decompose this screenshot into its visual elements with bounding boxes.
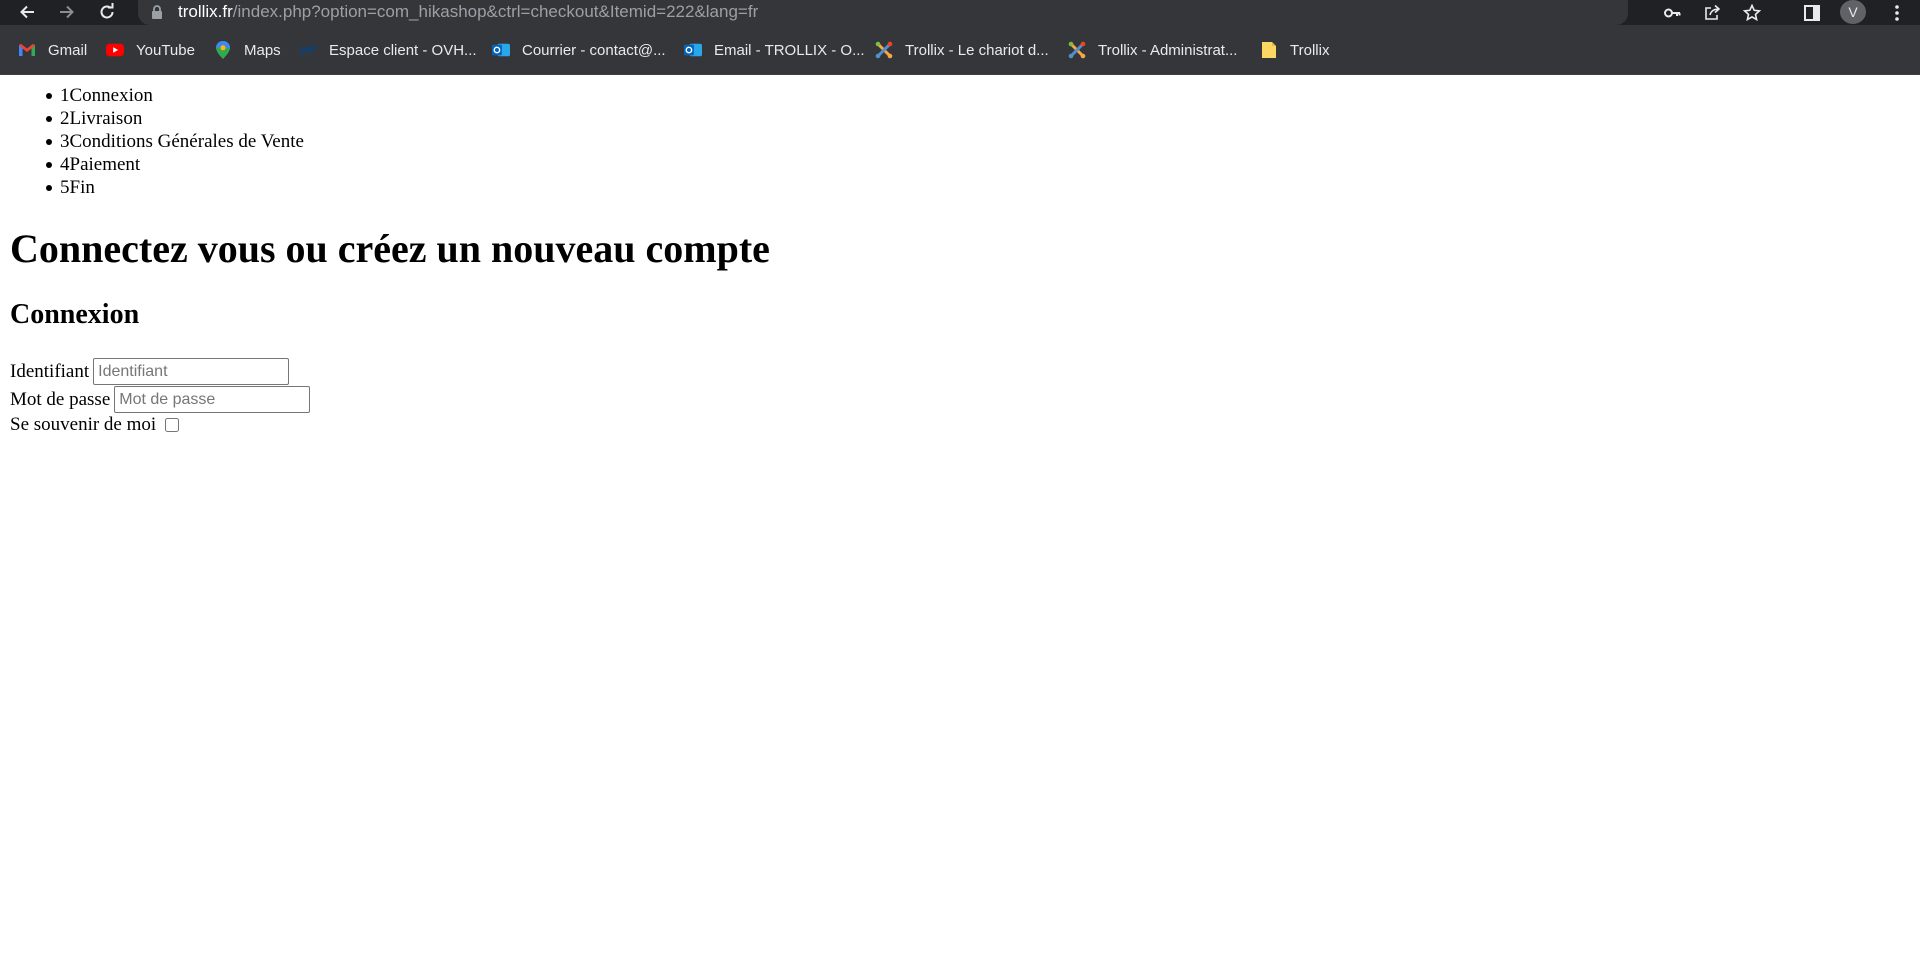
- login-heading: Connexion: [10, 299, 140, 330]
- step-label: Conditions Générales de Vente: [69, 131, 304, 152]
- bookmark-youtube[interactable]: YouTube: [106, 39, 195, 61]
- bookmark-folder-trollix[interactable]: Trollix: [1260, 39, 1329, 61]
- ovh-icon: [299, 41, 317, 59]
- step-label: Connexion: [69, 85, 153, 106]
- reload-button[interactable]: [94, 1, 120, 23]
- step-label: Fin: [69, 177, 95, 198]
- outlook-icon: [684, 41, 702, 59]
- browser-toolbar: trollix.fr/index.php?option=com_hikashop…: [0, 0, 1920, 25]
- bookmark-label: Maps: [244, 41, 281, 59]
- bookmark-label: Trollix - Le chariot d...: [905, 41, 1049, 59]
- address-bar[interactable]: trollix.fr/index.php?option=com_hikashop…: [138, 0, 1761, 25]
- bookmark-ovh[interactable]: Espace client - OVH...: [299, 39, 477, 61]
- forward-button[interactable]: [54, 1, 80, 23]
- step-number: 5: [60, 177, 70, 198]
- browser-menu-icon[interactable]: [1886, 2, 1908, 24]
- back-arrow-icon: [20, 5, 34, 19]
- url-text[interactable]: trollix.fr/index.php?option=com_hikashop…: [178, 2, 758, 22]
- checkout-step[interactable]: 4Paiement: [46, 153, 304, 176]
- profile-avatar[interactable]: V: [1840, 0, 1866, 24]
- bookmark-label: Gmail: [48, 41, 88, 59]
- step-number: 3: [60, 131, 70, 152]
- joomla-icon: [1068, 41, 1086, 59]
- checkout-steps: 1Connexion 2Livraison 3Conditions Généra…: [46, 84, 304, 199]
- forward-arrow-icon: [60, 5, 74, 19]
- maps-icon: [214, 41, 232, 59]
- bookmark-trollix-admin[interactable]: Trollix - Administrat...: [1068, 39, 1237, 61]
- bookmark-label: Trollix: [1290, 41, 1330, 59]
- step-label: Livraison: [69, 108, 143, 129]
- youtube-icon: [106, 41, 124, 59]
- step-number: 4: [60, 154, 70, 175]
- checkout-step[interactable]: 3Conditions Générales de Vente: [46, 130, 304, 153]
- lock-icon[interactable]: [151, 5, 163, 20]
- step-number: 2: [60, 108, 70, 129]
- username-label: Identifiant: [10, 360, 90, 382]
- bookmark-email-trollix[interactable]: Email - TROLLIX - O...: [684, 39, 865, 61]
- remember-label: Se souvenir de moi: [10, 414, 157, 435]
- bookmarks-bar: Gmail YouTube Maps Espace client - OVH..…: [0, 25, 1920, 75]
- checkout-step[interactable]: 2Livraison: [46, 107, 304, 130]
- bookmark-label: YouTube: [136, 41, 195, 59]
- bookmark-label: Espace client - OVH...: [329, 41, 477, 59]
- bookmark-maps[interactable]: Maps: [214, 39, 281, 61]
- bookmark-star-icon[interactable]: [1742, 3, 1762, 23]
- url-path: /index.php?option=com_hikashop&ctrl=chec…: [232, 2, 759, 21]
- step-label: Paiement: [69, 154, 141, 175]
- step-number: 1: [60, 85, 70, 106]
- bookmark-gmail[interactable]: Gmail: [18, 39, 87, 61]
- folder-icon: [1260, 41, 1278, 59]
- remember-checkbox[interactable]: [165, 418, 180, 432]
- bookmark-label: Trollix - Administrat...: [1098, 41, 1238, 59]
- gmail-icon: [18, 41, 36, 59]
- remember-row: Se souvenir de moi: [10, 414, 180, 436]
- url-domain: trollix.fr: [178, 2, 233, 21]
- checkout-step[interactable]: 5Fin: [46, 176, 304, 199]
- joomla-icon: [875, 41, 893, 59]
- bookmark-label: Email - TROLLIX - O...: [714, 41, 865, 59]
- username-row: Identifiant: [10, 358, 290, 385]
- page-title: Connectez vous ou créez un nouveau compt…: [10, 226, 770, 271]
- outlook-icon: [492, 41, 510, 59]
- share-icon[interactable]: [1702, 3, 1722, 23]
- checkout-step[interactable]: 1Connexion: [46, 84, 304, 107]
- bookmark-trollix-chariot[interactable]: Trollix - Le chariot d...: [875, 39, 1049, 61]
- password-input[interactable]: [114, 386, 311, 413]
- password-key-icon[interactable]: [1662, 3, 1682, 23]
- bookmark-courrier[interactable]: Courrier - contact@...: [492, 39, 666, 61]
- bookmark-label: Courrier - contact@...: [522, 41, 666, 59]
- back-button[interactable]: [14, 1, 40, 23]
- password-label: Mot de passe: [10, 388, 111, 410]
- password-row: Mot de passe: [10, 386, 311, 413]
- reload-icon: [100, 3, 114, 19]
- side-panel-icon[interactable]: [1801, 2, 1823, 24]
- username-input[interactable]: [93, 358, 290, 385]
